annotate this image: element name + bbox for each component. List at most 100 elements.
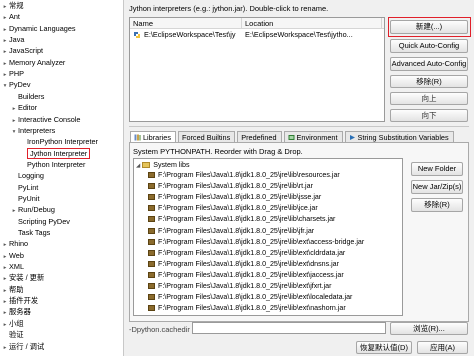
collapsed-arrow-icon[interactable]: ▸ <box>2 2 8 12</box>
tree-item[interactable]: Python Interpreter <box>20 160 85 170</box>
collapsed-arrow-icon[interactable]: ▸ <box>11 206 17 216</box>
tree-item[interactable]: Jython Interpreter <box>20 147 91 159</box>
tree-item-label: PyDev <box>9 80 31 90</box>
library-path: F:\Program Files\Java\1.8\jdk1.8.0_25\jr… <box>158 248 346 257</box>
collapsed-arrow-icon[interactable]: ▸ <box>2 70 8 80</box>
table-row[interactable]: E:\EclipseWorkspace\Test\jy E:\EclipseWo… <box>130 29 384 40</box>
list-item[interactable]: F:\Program Files\Java\1.8\jdk1.8.0_25\jr… <box>148 204 318 213</box>
separator <box>129 126 469 127</box>
tree-item[interactable]: ▸ 服务器 <box>2 307 31 317</box>
list-item[interactable]: F:\Program Files\Java\1.8\jdk1.8.0_25\jr… <box>148 238 364 247</box>
collapsed-arrow-icon[interactable]: ▸ <box>2 297 8 307</box>
tree-item[interactable]: Task Tags <box>11 228 50 238</box>
tree-item[interactable]: ▸ 安装 / 更新 <box>2 273 45 284</box>
tree-item-label: Interactive Console <box>18 114 81 124</box>
expanded-arrow-icon[interactable]: ▾ <box>11 127 17 137</box>
list-item[interactable]: F:\Program Files\Java\1.8\jdk1.8.0_25\jr… <box>148 193 321 202</box>
tree-item[interactable]: PyLint <box>11 183 38 193</box>
tree-item[interactable]: ▸ Run/Debug <box>11 205 55 215</box>
list-item[interactable]: F:\Program Files\Java\1.8\jdk1.8.0_25\jr… <box>148 249 345 258</box>
jar-icon <box>148 249 155 256</box>
collapsed-arrow-icon[interactable]: ▸ <box>2 36 8 46</box>
collapsed-arrow-icon[interactable]: ▸ <box>2 320 8 330</box>
restore-defaults-button[interactable]: 恢复默认值(D) <box>356 341 412 354</box>
jar-icon <box>148 283 155 289</box>
new-jar-button[interactable]: New Jar/Zip(s) <box>411 180 463 194</box>
tree-item[interactable]: Builders <box>11 92 44 102</box>
browse-button[interactable]: 浏览(R)... <box>390 322 468 335</box>
preferences-tree[interactable]: ▸ 常规 ▸ Ant ▸ Dynamic Languages ▸ Java ▸ JavaScrip… <box>0 0 124 356</box>
collapsed-arrow-icon[interactable]: ▸ <box>2 252 8 262</box>
collapsed-arrow-icon[interactable]: ▸ <box>2 59 8 69</box>
collapsed-arrow-icon[interactable]: ▸ <box>2 286 8 296</box>
list-item[interactable]: F:\Program Files\Java\1.8\jdk1.8.0_25\jr… <box>148 282 331 291</box>
expanded-arrow-icon[interactable]: ▾ <box>2 81 8 91</box>
cachedir-field[interactable] <box>192 322 386 334</box>
collapsed-arrow-icon[interactable]: ▸ <box>2 47 8 57</box>
tree-item[interactable]: ▸ Interactive Console <box>11 114 81 126</box>
collapsed-arrow-icon[interactable]: ▸ <box>11 104 17 114</box>
list-item[interactable]: F:\Program Files\Java\1.8\jdk1.8.0_25\jr… <box>148 215 335 224</box>
tree-item[interactable]: ▸ 运行 / 调试 <box>2 342 45 353</box>
tree-item[interactable]: ▸ Memory Analyzer <box>2 58 66 69</box>
remove-interpreter-button[interactable]: 移除(R) <box>390 75 468 88</box>
list-item[interactable]: F:\Program Files\Java\1.8\jdk1.8.0_25\jr… <box>148 227 314 236</box>
collapsed-arrow-icon[interactable]: ▸ <box>2 308 8 318</box>
quick-auto-config-button[interactable]: Quick Auto-Config <box>390 39 468 53</box>
collapse-icon[interactable]: ◢ <box>136 163 140 169</box>
tree-item-label: Run/Debug <box>18 205 55 215</box>
down-button[interactable]: 向下 <box>390 109 468 122</box>
tree-item[interactable]: ▸ JavaScript <box>2 46 43 56</box>
tree-item[interactable]: ▸ 小组 <box>2 319 24 329</box>
tree-item[interactable]: ▸ PHP <box>2 69 24 79</box>
list-item[interactable]: F:\Program Files\Java\1.8\jdk1.8.0_25\jr… <box>148 182 313 191</box>
tree-item[interactable]: ▸ 常规 <box>2 1 24 11</box>
apply-button[interactable]: 应用(A) <box>417 341 468 354</box>
tree-item-label: 帮助 <box>9 284 24 294</box>
tree-item[interactable]: ▸ 插件开发 <box>2 296 39 307</box>
list-item[interactable]: F:\Program Files\Java\1.8\jdk1.8.0_25\jr… <box>148 304 346 313</box>
collapsed-arrow-icon[interactable]: ▸ <box>2 240 8 250</box>
tree-item[interactable]: ▾ Interpreters <box>11 126 56 137</box>
tree-item[interactable]: IronPython Interpreter <box>20 137 98 147</box>
new-interpreter-button[interactable]: 新建(...) <box>390 20 468 34</box>
system-libs-root[interactable]: ◢ System libs <box>136 161 190 170</box>
library-path: F:\Program Files\Java\1.8\jdk1.8.0_25\jr… <box>158 259 339 268</box>
variables-icon <box>349 135 355 140</box>
tree-item[interactable]: PyUnit <box>11 194 40 204</box>
new-folder-button[interactable]: New Folder <box>411 162 463 176</box>
tree-item-label: PyUnit <box>18 193 40 203</box>
remove-library-button[interactable]: 移除(R) <box>411 198 463 212</box>
collapsed-arrow-icon[interactable]: ▸ <box>2 263 8 273</box>
collapsed-arrow-icon[interactable]: ▸ <box>11 116 17 126</box>
collapsed-arrow-icon[interactable]: ▸ <box>2 274 8 284</box>
column-location[interactable]: Location <box>242 18 382 28</box>
tree-item[interactable]: Scripting PyDev <box>11 217 70 227</box>
tree-item[interactable]: ▸ Java <box>2 35 25 46</box>
jython-interpreter-page: Jython interpreters (e.g.: jython.jar). … <box>125 0 474 356</box>
tree-item[interactable]: ▸ XML <box>2 262 24 272</box>
collapsed-arrow-icon[interactable]: ▸ <box>2 343 8 353</box>
up-button[interactable]: 向上 <box>390 92 468 105</box>
jar-icon <box>148 172 155 178</box>
library-path: F:\Program Files\Java\1.8\jdk1.8.0_25\jr… <box>158 226 315 235</box>
system-libs-tree[interactable]: ◢ System libs F:\Program Files\Java\1.8\j… <box>133 158 403 316</box>
tree-item[interactable]: ▸ Web <box>2 251 24 261</box>
tree-item[interactable]: ▾ PyDev <box>2 80 31 90</box>
collapsed-arrow-icon[interactable]: ▸ <box>2 13 8 23</box>
tree-item[interactable]: ▸ Rhino <box>2 239 28 249</box>
list-item[interactable]: F:\Program Files\Java\1.8\jdk1.8.0_25\jr… <box>148 260 339 269</box>
tree-item[interactable]: 验证 <box>2 330 24 340</box>
interpreters-table[interactable]: Name Location E:\EclipseWorkspace\Test\j… <box>129 17 385 122</box>
collapsed-arrow-icon[interactable]: ▸ <box>2 25 8 35</box>
tree-item[interactable]: ▸ Dynamic Languages <box>2 24 76 34</box>
column-name[interactable]: Name <box>130 18 242 28</box>
tree-item[interactable]: ▸ Editor <box>11 103 37 113</box>
list-item[interactable]: F:\Program Files\Java\1.8\jdk1.8.0_25\jr… <box>148 171 340 180</box>
advanced-auto-config-button[interactable]: Advanced Auto-Config <box>390 57 468 71</box>
tree-item[interactable]: ▸ 帮助 <box>2 285 24 295</box>
tree-item[interactable]: Logging <box>11 171 44 181</box>
list-item[interactable]: F:\Program Files\Java\1.8\jdk1.8.0_25\jr… <box>148 293 352 302</box>
list-item[interactable]: F:\Program Files\Java\1.8\jdk1.8.0_25\jr… <box>148 271 344 280</box>
tree-item[interactable]: ▸ Ant <box>2 12 20 22</box>
